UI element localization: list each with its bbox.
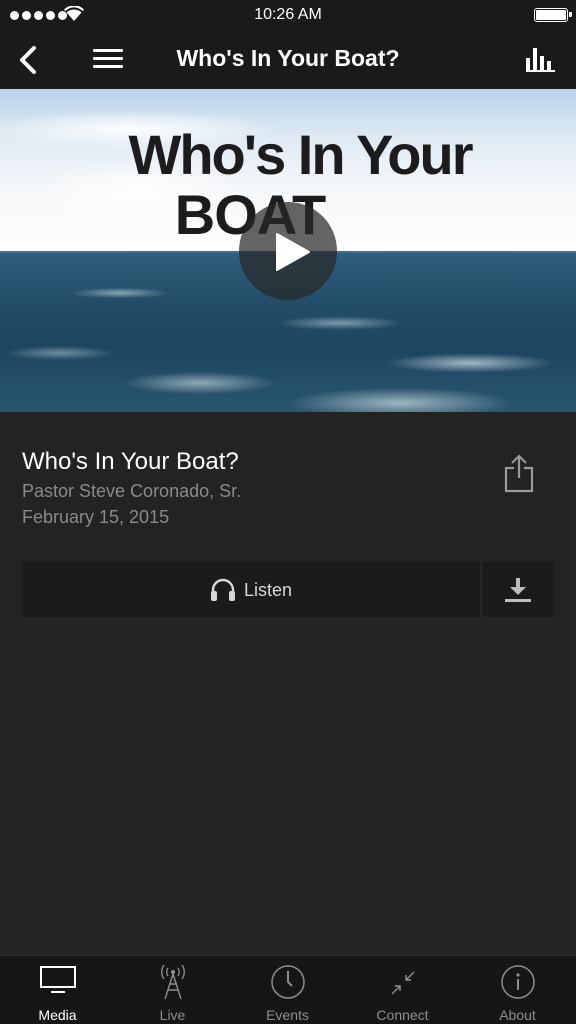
arrows-in-icon [391,971,414,995]
hamburger-menu-icon[interactable] [92,46,124,70]
play-icon [276,233,310,271]
headphones-icon [210,578,235,601]
navigation-bar: Who's In Your Boat? [0,30,576,89]
tab-label: Media [38,1007,77,1023]
tv-icon [39,966,76,993]
status-bar: 10:26 AM [0,0,576,30]
tab-about[interactable]: About [460,956,575,1024]
tab-connect[interactable]: Connect [345,956,460,1024]
chevron-left-icon[interactable] [14,42,42,78]
info-icon [500,965,535,999]
tab-label: About [499,1007,536,1023]
listen-button[interactable]: Listen [22,562,480,617]
tab-media[interactable]: Media [0,956,115,1024]
bar-chart-icon[interactable] [526,46,556,72]
artwork-headline: Who's In Your [128,123,473,186]
tab-bar: Media Live Events Connect About [0,955,576,1024]
listen-label: Listen [243,579,293,600]
sermon-artwork: Who's In Your BOAT [0,89,576,412]
status-time: 10:26 AM [254,6,322,23]
tab-live[interactable]: Live [115,956,230,1024]
tab-label: Live [159,1007,186,1023]
download-icon [505,578,531,602]
page-title: Who's In Your Boat? [176,45,400,71]
tab-label: Events [266,1007,309,1023]
battery-icon [534,8,572,22]
share-icon[interactable] [502,454,536,494]
tab-label: Connect [376,1007,429,1023]
broadcast-tower-icon [160,964,185,1000]
sermon-title: Who's In Your Boat? [22,448,239,475]
sermon-date: February 15, 2015 [22,507,170,527]
audio-actions: Listen [22,562,554,617]
download-button[interactable] [482,562,554,617]
tab-events[interactable]: Events [230,956,345,1024]
sermon-speaker: Pastor Steve Coronado, Sr. [22,481,242,501]
play-button[interactable] [239,202,337,300]
clock-icon [270,965,305,999]
